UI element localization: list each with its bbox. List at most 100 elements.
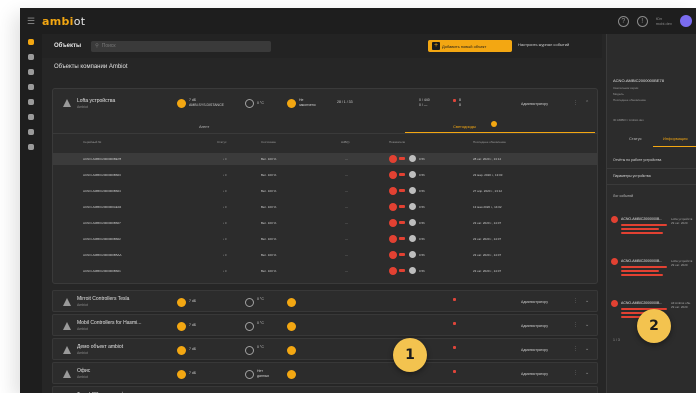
- sidebar-item-network[interactable]: [20, 79, 42, 94]
- metric-value: 0.5h: [419, 173, 425, 177]
- table-row[interactable]: ACNO-AMBIC2000000B601 • 0 Вкл. 100 % — 0.5h 2…: [53, 265, 597, 277]
- table-row[interactable]: ACNO-AMBIC2000000B607 • 0 Вкл. 100 % — 0.5h 2…: [53, 217, 597, 229]
- serial-cell: ACNO-AMBIC2000000B603: [83, 173, 121, 177]
- event-meta: All Ambiot обн. 29 окт. 2020: [671, 301, 692, 309]
- serial-cell: ACNO-AMBIC2000000B607: [83, 221, 121, 225]
- sidebar-item-info[interactable]: [20, 139, 42, 154]
- more-icon[interactable]: ⋮: [573, 100, 578, 106]
- table-row[interactable]: ACNO-AMBIC2000000B604 • 0 Вкл. 100 % — 0.5h 2…: [53, 185, 597, 197]
- tab-underline: [405, 132, 595, 133]
- device-group-card: Lofta устройства Ambiot 7 dБ AMBI.SYS.DI…: [52, 88, 598, 284]
- metric-dot: [409, 203, 416, 210]
- event-detail-line: [621, 224, 667, 226]
- alert-bar: [399, 205, 405, 208]
- chevron-down-icon[interactable]: ⌄: [585, 346, 589, 352]
- device-group-header[interactable]: Lofta устройства Ambiot 7 dБ AMBI.SYS.DI…: [53, 89, 597, 119]
- state-cell: Вкл. 100 %: [261, 253, 277, 257]
- col-updated: Последнее обновление: [473, 140, 506, 144]
- device-sub: Ambiot: [77, 327, 88, 331]
- admin-link[interactable]: Администратору: [521, 372, 548, 376]
- signal-stat: 7 dБ AMBI.SYS.DISTANCE: [189, 98, 224, 107]
- events-pager[interactable]: 1 / 3: [613, 338, 620, 342]
- error-icon: [611, 258, 618, 265]
- list-item[interactable]: Тест LCD клиент офисAmbiot7 dБ0 °CАдмини…: [52, 386, 598, 393]
- list-item[interactable]: Mobil Controllers for Hasmi... Ambiot 7 dБ…: [52, 314, 598, 336]
- updated-cell: 27 апр. 2020 г., 13:12: [473, 189, 503, 193]
- avatar[interactable]: [680, 15, 692, 27]
- admin-link[interactable]: Администратору: [521, 300, 548, 304]
- temperature-stat: 0 °C: [257, 101, 264, 105]
- more-icon[interactable]: ⋮: [573, 322, 578, 328]
- chevron-up-icon[interactable]: ⌃: [585, 100, 589, 106]
- alert-bar: [399, 173, 405, 176]
- sidebar-item-settings[interactable]: [20, 94, 42, 109]
- admin-link[interactable]: Администратору: [521, 102, 548, 106]
- list-item[interactable]: Офис Ambiot 7 dБ Нет данных Администратору ⋮ ⌄: [52, 362, 598, 384]
- state-cell: Вкл. 100 %: [261, 221, 277, 225]
- temperature-icon: [245, 99, 254, 108]
- alert-dot: [389, 267, 397, 275]
- panel-device-id: ACNO-AMBIC2000000BE78: [613, 78, 664, 83]
- sidebar-item-objects[interactable]: [20, 34, 42, 49]
- table-row[interactable]: ACNO-AMBIC2000000B602 • 0 Вкл. 100 % — 0.5h 2…: [53, 233, 597, 245]
- panel-sub-3: Последнее обновление: [613, 98, 646, 102]
- panel-row-params[interactable]: Параметры устройства: [613, 174, 651, 178]
- list-item[interactable]: Mirroit Controllers Tesla Ambiot 7 dБ 0 °C А…: [52, 290, 598, 312]
- metric-value: 0.5h: [419, 221, 425, 225]
- sidebar-item-map[interactable]: [20, 49, 42, 64]
- more-icon[interactable]: ⋮: [573, 298, 578, 304]
- table-row[interactable]: ACNO-AMBIC2000000BE78 • 0 Вкл. 100 % — 0.5h 2…: [53, 153, 597, 165]
- alert-dot: [389, 171, 397, 179]
- table-row[interactable]: ACNO-AMBIC2000000AE04 • 0 Вкл. 100 % — 0.5h 1…: [53, 201, 597, 213]
- panel-sub-1: Светильник серии: [613, 86, 639, 90]
- admin-link[interactable]: Администратору: [521, 348, 548, 352]
- panel-meta: ID:AMBIO / Ambiot.dev: [613, 118, 644, 122]
- event-meta: Lofta устройств 29 окт. 2020: [671, 217, 693, 225]
- tab-agent[interactable]: Агент: [199, 124, 209, 129]
- status-cell: • 0: [223, 269, 227, 273]
- event-detail-line: [621, 274, 663, 276]
- status-icon: [287, 99, 296, 108]
- chevron-down-icon[interactable]: ⌄: [585, 370, 589, 376]
- more-icon[interactable]: ⋮: [573, 346, 578, 352]
- signal-stat: 7 dБ: [189, 371, 197, 375]
- notifications-icon[interactable]: !: [636, 15, 648, 27]
- sidebar-item-users[interactable]: [20, 109, 42, 124]
- event-id: ACNO-AMBIC2000000B...: [621, 259, 663, 263]
- metric-dot: [409, 187, 416, 194]
- event-detail-line: [621, 232, 663, 234]
- admin-link[interactable]: Администратору: [521, 324, 548, 328]
- tab-leds[interactable]: Светодиоды: [453, 124, 476, 129]
- chevron-down-icon[interactable]: ⌄: [585, 322, 589, 328]
- metric-dot: [409, 171, 416, 178]
- updated-cell: 23 окт. 2020 г., 14:07: [473, 221, 502, 225]
- sidebar-item-reports[interactable]: [20, 124, 42, 139]
- panel-tab-info[interactable]: Информация: [663, 136, 688, 141]
- sidebar-item-devices[interactable]: [20, 64, 42, 79]
- alert-dot: [389, 155, 397, 163]
- chevron-down-icon[interactable]: ⌄: [585, 298, 589, 304]
- list-item[interactable]: Демо объект ambiot Ambiot 7 dБ 0 °C Админист…: [52, 338, 598, 360]
- help-icon[interactable]: ?: [617, 15, 629, 27]
- search-input[interactable]: ⚲ Поиск: [91, 40, 272, 52]
- table-row[interactable]: ACNO-AMBIC2000000B603 • 0 Вкл. 100 % — 0.5h 2…: [53, 169, 597, 181]
- alert-dot: [389, 187, 397, 195]
- user-name[interactable]: Юл mobi.dev: [656, 16, 672, 26]
- logo[interactable]: ambiot: [42, 15, 85, 28]
- device-icon: [63, 370, 71, 378]
- add-object-button[interactable]: + Добавить новый объект: [428, 40, 512, 52]
- more-icon[interactable]: ⋮: [573, 370, 578, 376]
- device-name: Демо объект ambiot: [77, 344, 124, 350]
- menu-icon[interactable]: ☰: [20, 16, 42, 27]
- panel-tab-status[interactable]: Статус: [629, 136, 642, 141]
- divider: [607, 168, 696, 169]
- panel-row-reports[interactable]: Отчёты по работе устройства: [613, 158, 661, 162]
- serial-cell: ACNO-AMBIC2000000AE04: [83, 205, 122, 209]
- calendar-icon: [28, 128, 34, 135]
- plus-icon: +: [432, 42, 440, 50]
- table-row[interactable]: ACNO-AMBIC2000000B5AA • 0 Вкл. 100 % — 0.5h 2…: [53, 249, 597, 261]
- event-log-settings-link[interactable]: Настроить журнал событий: [518, 42, 569, 47]
- counts-stat: 28 / 1 / 33: [337, 100, 353, 104]
- gear-icon: [28, 98, 34, 105]
- serial-cell: ACNO-AMBIC2000000BE78: [83, 157, 122, 161]
